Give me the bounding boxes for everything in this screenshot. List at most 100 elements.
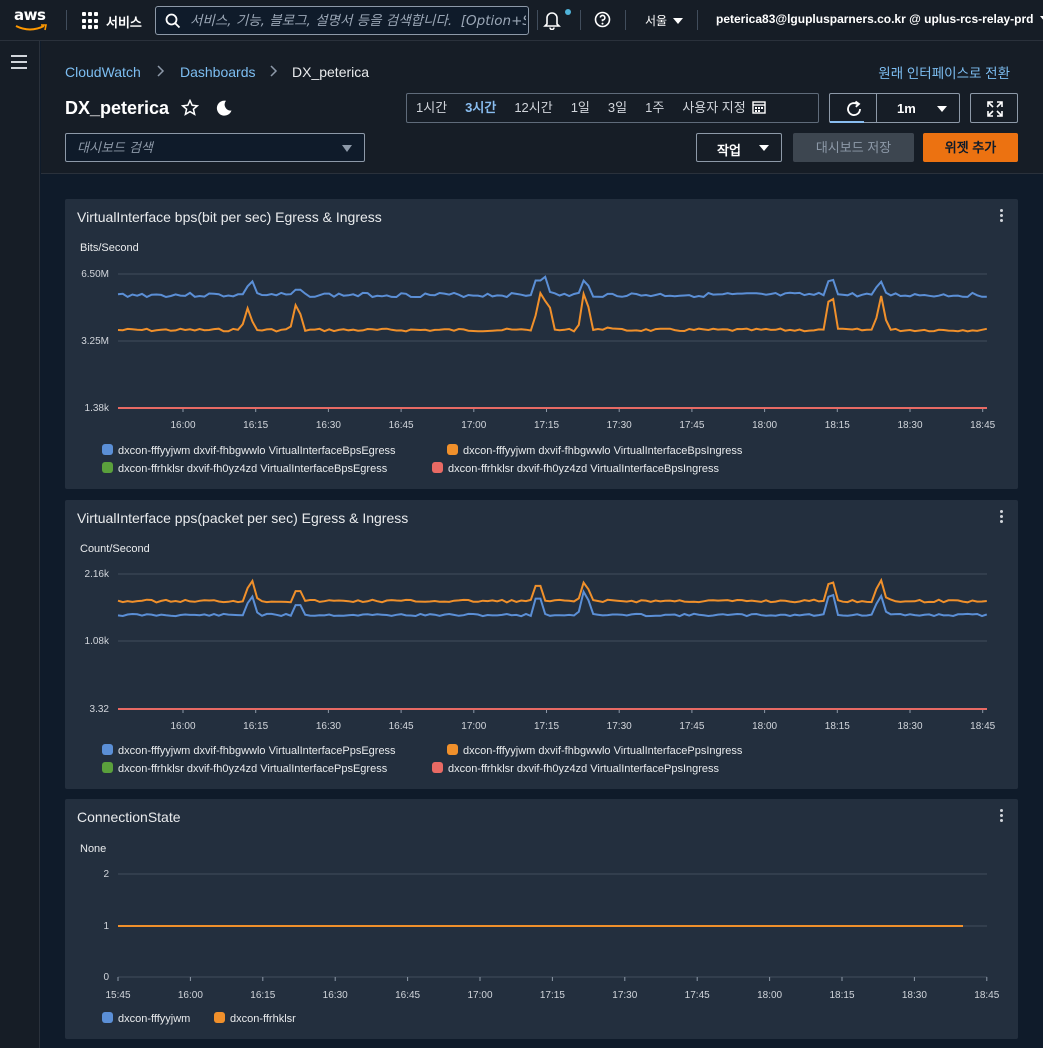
x-tick-label: 18:45 [974, 990, 999, 1001]
y-unit-label: None [80, 843, 106, 855]
legend-item[interactable]: dxcon-ffrhklsr dxvif-fh0yz4zd VirtualInt… [102, 762, 387, 775]
x-tick-label: 17:00 [461, 420, 486, 431]
y-tick-label: 2.16k [85, 569, 110, 580]
legend-label: dxcon-fffyyjwm dxvif-fhbgwwlo VirtualInt… [463, 745, 743, 757]
x-tick-label: 16:15 [250, 990, 275, 1001]
time-range-selector: 1시간 3시간 12시간 1일 3일 1주 사용자 지정 [406, 93, 819, 123]
refresh-progress [830, 121, 864, 123]
switch-classic-link[interactable]: 원래 인터페이스로 전환 [878, 62, 1010, 82]
refresh-button[interactable] [829, 93, 877, 123]
actions-label: 작업 [717, 143, 741, 158]
legend-swatch [432, 762, 443, 773]
x-tick-label: 17:30 [607, 420, 632, 431]
x-tick-label: 16:15 [243, 721, 268, 732]
refresh-interval-value: 1m [897, 101, 916, 116]
series-line-ingress-1 [117, 577, 987, 604]
range-3h[interactable]: 3시간 [456, 94, 505, 122]
y-tick-label: 2 [103, 869, 109, 880]
services-menu-label[interactable]: 서비스 [106, 12, 142, 31]
legend-label: dxcon-ffrhklsr dxvif-fh0yz4zd VirtualInt… [118, 463, 388, 475]
legend-label: dxcon-ffrhklsr [230, 1013, 296, 1025]
x-tick-label: 16:30 [316, 721, 341, 732]
y-tick-label: 3.32 [90, 704, 110, 715]
x-tick-label: 18:30 [897, 420, 922, 431]
range-custom[interactable]: 사용자 지정 [673, 94, 774, 122]
refresh-interval-dropdown[interactable]: 1m [876, 93, 960, 123]
favorite-star-icon[interactable] [181, 99, 199, 117]
add-widget-button[interactable]: 위젯 추가 [923, 133, 1018, 162]
legend-item[interactable]: dxcon-ffrhklsr dxvif-fh0yz4zd VirtualInt… [432, 462, 719, 475]
dark-mode-icon[interactable] [215, 99, 233, 117]
x-tick-label: 17:45 [685, 990, 710, 1001]
refresh-icon [847, 100, 861, 116]
legend-label: dxcon-ffrhklsr dxvif-fh0yz4zd VirtualInt… [448, 463, 720, 475]
notification-dot [565, 9, 571, 15]
calendar-icon [752, 101, 766, 114]
chevron-right-icon [270, 65, 278, 77]
legend-item[interactable]: dxcon-fffyyjwm dxvif-fhbgwwlo VirtualInt… [102, 444, 396, 457]
legend-item[interactable]: dxcon-fffyyjwm [102, 1012, 190, 1025]
connection-state-chart: None 2 1 0 15:45 16:00 16:15 16:30 16:45 17:0… [80, 843, 1000, 1001]
legend-label: dxcon-fffyyjwm dxvif-fhbgwwlo VirtualInt… [463, 445, 743, 457]
x-tick-label: 17:15 [534, 420, 559, 431]
y-tick-label: 6.50M [81, 269, 109, 280]
legend-item[interactable]: dxcon-ffrhklsr dxvif-fh0yz4zd VirtualInt… [432, 762, 719, 775]
legend-item[interactable]: dxcon-fffyyjwm dxvif-fhbgwwlo VirtualInt… [447, 744, 742, 757]
legend-item[interactable]: dxcon-ffrhklsr dxvif-fh0yz4zd VirtualInt… [102, 462, 387, 475]
menu-icon[interactable] [11, 55, 27, 69]
legend-swatch [447, 444, 458, 455]
account-menu[interactable]: peterica83@lguplusparners.co.kr @ uplus-… [716, 12, 1043, 26]
dashboard-header: CloudWatch Dashboards DX_peterica 원래 인터페… [41, 41, 1043, 174]
x-tick-label: 17:30 [612, 990, 637, 1001]
chevron-down-icon [1039, 16, 1043, 22]
global-search-input[interactable] [190, 11, 526, 30]
legend-label: dxcon-ffrhklsr dxvif-fh0yz4zd VirtualInt… [448, 763, 720, 775]
search-icon [165, 13, 181, 29]
x-tick-label: 16:45 [389, 420, 414, 431]
legend-swatch [102, 444, 113, 455]
nav-separator [697, 10, 698, 30]
page-title: DX_peterica [65, 98, 170, 118]
aws-logo[interactable]: aws [14, 6, 50, 34]
x-tick-label: 16:30 [323, 990, 348, 1001]
chevron-down-icon [342, 145, 352, 152]
y-unit-label: Bits/Second [80, 242, 139, 254]
actions-dropdown-button[interactable]: 작업 [696, 133, 782, 162]
dashboard-search[interactable] [65, 133, 365, 162]
range-3d[interactable]: 3일 [599, 94, 636, 122]
save-dashboard-button[interactable]: 대시보드 저장 [793, 133, 914, 162]
breadcrumb-dashboards[interactable]: Dashboards [180, 64, 256, 80]
range-1w[interactable]: 1주 [636, 94, 673, 122]
fullscreen-button[interactable] [970, 93, 1018, 123]
series-line-ingress-1 [117, 290, 988, 333]
legend-swatch [432, 462, 443, 473]
nav-separator [537, 10, 538, 30]
x-tick-label: 18:30 [897, 721, 922, 732]
breadcrumb-cloudwatch[interactable]: CloudWatch [65, 64, 141, 80]
legend-swatch [102, 762, 113, 773]
legend-swatch [102, 1012, 113, 1023]
x-axis: 16:00 16:15 16:30 16:45 17:00 17:15 17:30 17:45… [170, 408, 996, 431]
legend-swatch [102, 744, 113, 755]
dashboard-search-input[interactable] [77, 140, 327, 157]
bps-chart: Bits/Second 6.50M 3.25M 1.38k 16:00 16:15… [80, 242, 996, 431]
widget-bps: VirtualInterface bps(bit per sec) Egress… [65, 199, 1018, 489]
range-1d[interactable]: 1일 [562, 94, 599, 122]
x-tick-label: 18:00 [752, 420, 777, 431]
range-1h[interactable]: 1시간 [407, 94, 456, 122]
legend-item[interactable]: dxcon-fffyyjwm dxvif-fhbgwwlo VirtualInt… [102, 744, 396, 757]
region-selector[interactable]: 서울 [645, 12, 684, 29]
services-grid-icon[interactable] [82, 12, 100, 30]
help-icon[interactable] [594, 11, 611, 28]
legend-item[interactable]: dxcon-fffyyjwm dxvif-fhbgwwlo VirtualInt… [447, 444, 742, 457]
x-tick-label: 18:00 [757, 990, 782, 1001]
legend-swatch [214, 1012, 225, 1023]
notification-bell-icon[interactable] [543, 10, 561, 30]
range-12h[interactable]: 12시간 [505, 94, 561, 122]
legend-label: dxcon-fffyyjwm dxvif-fhbgwwlo VirtualInt… [118, 445, 396, 457]
series-line-egress-1 [117, 275, 987, 299]
global-search[interactable] [155, 6, 529, 35]
legend-item[interactable]: dxcon-ffrhklsr [214, 1012, 296, 1025]
account-label: peterica83@lguplusparners.co.kr @ uplus-… [716, 12, 1034, 26]
aws-logo-text: aws [14, 6, 46, 24]
